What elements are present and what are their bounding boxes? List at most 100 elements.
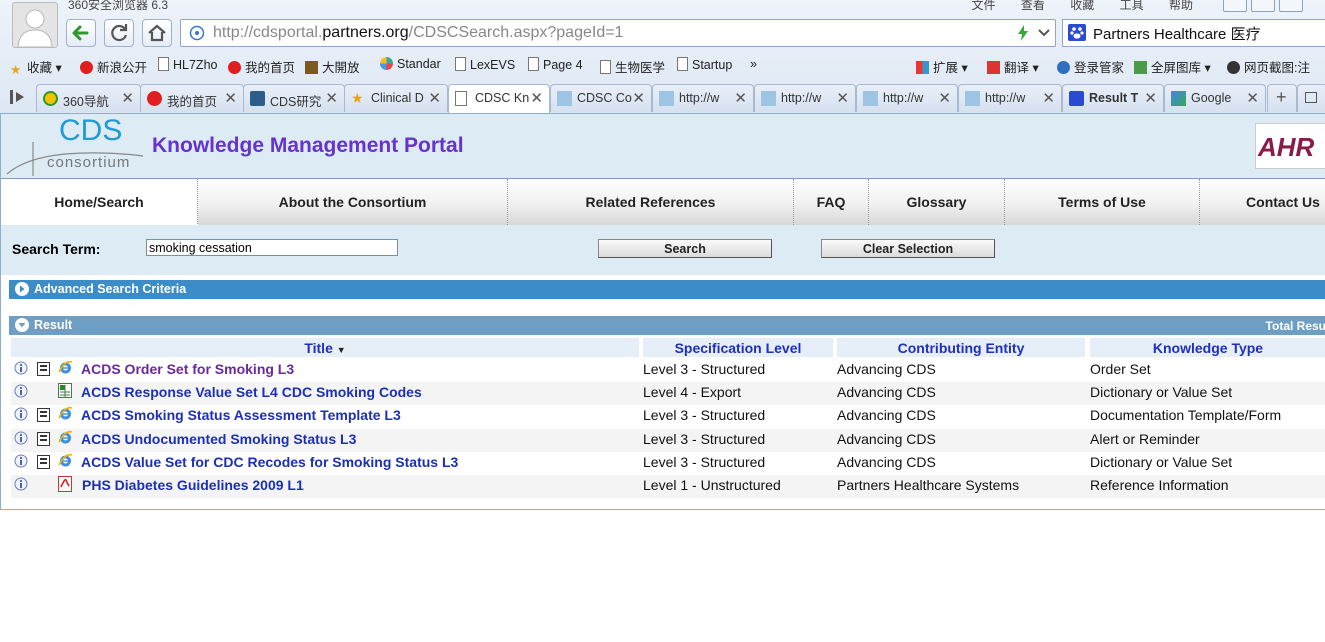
close-tab-icon[interactable]: ✕	[428, 89, 441, 107]
result-title-link[interactable]: ACDS Smoking Status Assessment Template …	[81, 407, 401, 423]
nav-terms[interactable]: Terms of Use	[1005, 179, 1200, 225]
internet-explorer-icon[interactable]	[58, 406, 73, 421]
close-tab-icon[interactable]: ✕	[836, 89, 849, 107]
menu-view[interactable]: 查看	[1021, 0, 1045, 12]
search-button[interactable]: Search	[598, 239, 772, 258]
column-spec-level-header[interactable]: Specification Level	[643, 338, 833, 357]
minimize-button[interactable]	[1223, 0, 1247, 12]
close-tab-icon[interactable]: ✕	[530, 89, 543, 107]
tab-google[interactable]: Google ✕	[1164, 84, 1266, 112]
maximize-button[interactable]	[1251, 0, 1275, 12]
bookmark-favorites[interactable]: ★ 收藏 ▾	[10, 57, 62, 77]
close-tab-icon[interactable]: ✕	[224, 89, 237, 107]
document-icon[interactable]	[37, 408, 50, 423]
info-icon[interactable]	[14, 384, 28, 398]
menu-help[interactable]: 帮助	[1169, 0, 1193, 12]
browser-search-text[interactable]: Partners Healthcare 医疗	[1093, 23, 1261, 44]
nav-home-search[interactable]: Home/Search	[1, 179, 198, 226]
close-tab-icon[interactable]: ✕	[1144, 89, 1157, 107]
tab-cdsc-co[interactable]: CDSC Co ✕	[550, 84, 652, 112]
close-tab-icon[interactable]: ✕	[325, 89, 338, 107]
column-title-header[interactable]: Title ▼	[11, 338, 639, 357]
sort-desc-icon[interactable]: ▼	[337, 345, 346, 355]
tab-http-1[interactable]: http://w ✕	[652, 84, 754, 112]
bookmark-hl7[interactable]: HL7Zho	[158, 57, 217, 72]
bookmark-startup[interactable]: Startup	[677, 57, 732, 72]
result-title-link[interactable]: ACDS Order Set for Smoking L3	[81, 361, 294, 377]
chevron-down-icon[interactable]	[1037, 25, 1051, 41]
tab-my-home[interactable]: 我的首页 ✕	[140, 84, 244, 112]
result-title-link[interactable]: ACDS Response Value Set L4 CDC Smoking C…	[81, 384, 422, 400]
nav-glossary[interactable]: Glossary	[869, 179, 1005, 225]
new-tab-button[interactable]: +	[1267, 84, 1297, 112]
close-tab-icon[interactable]: ✕	[1042, 89, 1055, 107]
search-term-input[interactable]	[146, 239, 398, 256]
browser-search-box[interactable]: Partners Healthcare 医疗	[1062, 19, 1325, 47]
bookmark-my-home[interactable]: 我的首页	[228, 57, 295, 76]
close-tab-icon[interactable]: ✕	[632, 89, 645, 107]
url-text[interactable]: http://cdsportal.partners.org/CDSCSearch…	[213, 24, 623, 42]
info-icon[interactable]	[14, 454, 28, 468]
cds-consortium-logo[interactable]: CDS consortium	[5, 114, 145, 176]
bookmark-open[interactable]: 大開放	[305, 57, 360, 76]
tab-cds-research[interactable]: CDS研究 ✕	[243, 84, 345, 112]
internet-explorer-icon[interactable]	[58, 430, 73, 445]
close-tab-icon[interactable]: ✕	[1246, 89, 1259, 107]
menu-file[interactable]: 文件	[972, 0, 996, 12]
nav-related-references[interactable]: Related References	[508, 179, 794, 225]
nav-faq[interactable]: FAQ	[794, 179, 869, 225]
nav-about[interactable]: About the Consortium	[198, 179, 508, 225]
document-icon[interactable]	[37, 431, 50, 446]
bookmark-page4[interactable]: Page 4	[528, 57, 583, 72]
tab-result[interactable]: Result T ✕	[1062, 84, 1164, 112]
close-tab-icon[interactable]: ✕	[121, 89, 134, 107]
internet-explorer-icon[interactable]	[58, 360, 73, 375]
tab-cdsc-kn[interactable]: CDSC Kn ✕	[448, 84, 550, 114]
baidu-paw-icon[interactable]	[1068, 24, 1086, 41]
collapse-icon[interactable]	[15, 318, 29, 332]
result-bar[interactable]: Result Total Resu	[9, 316, 1325, 335]
expand-icon[interactable]	[15, 282, 29, 296]
spreadsheet-icon[interactable]	[58, 383, 72, 399]
extensions-button[interactable]: 扩展 ▾	[916, 57, 968, 76]
result-title-link[interactable]: ACDS Undocumented Smoking Status L3	[81, 431, 356, 447]
info-icon[interactable]	[14, 407, 28, 421]
close-window-button[interactable]	[1279, 0, 1303, 12]
tab-http-3[interactable]: http://w ✕	[856, 84, 958, 112]
screenshot-button[interactable]: 网页截图:注	[1227, 57, 1310, 76]
nav-contact[interactable]: Contact Us	[1200, 179, 1325, 225]
column-knowledge-type-header[interactable]: Knowledge Type	[1090, 338, 1325, 357]
login-manager-button[interactable]: 登录管家	[1057, 57, 1124, 76]
menu-tools[interactable]: 工具	[1120, 0, 1144, 12]
back-button[interactable]	[66, 19, 96, 47]
tab-360nav[interactable]: 360导航 ✕	[36, 84, 141, 112]
clear-selection-button[interactable]: Clear Selection	[821, 239, 995, 258]
bookmark-standard[interactable]: Standar	[380, 57, 441, 71]
bookmark-biomed[interactable]: 生物医学	[600, 57, 665, 76]
ahrq-logo[interactable]: AHR	[1255, 123, 1325, 169]
info-icon[interactable]	[14, 431, 28, 445]
bookmark-sina[interactable]: 新浪公开	[80, 57, 147, 76]
tab-http-2[interactable]: http://w ✕	[754, 84, 856, 112]
document-icon[interactable]	[37, 454, 50, 469]
document-icon[interactable]	[37, 362, 50, 376]
bookmark-lexevs[interactable]: LexEVS	[455, 57, 515, 72]
result-title-link[interactable]: PHS Diabetes Guidelines 2009 L1	[82, 477, 304, 493]
home-button[interactable]	[142, 19, 172, 47]
tab-http-4[interactable]: http://w ✕	[958, 84, 1062, 112]
menu-favorites[interactable]: 收藏	[1070, 0, 1094, 12]
address-bar[interactable]: http://cdsportal.partners.org/CDSCSearch…	[180, 19, 1056, 47]
column-entity-header[interactable]: Contributing Entity	[837, 338, 1085, 357]
result-title-link[interactable]: ACDS Value Set for CDC Recodes for Smoki…	[81, 454, 458, 470]
fullscreen-gallery-button[interactable]: 全屏图库 ▾	[1134, 57, 1211, 76]
sidebar-toggle-icon[interactable]	[10, 90, 26, 104]
close-tab-icon[interactable]: ✕	[938, 89, 951, 107]
lightning-icon[interactable]	[1017, 25, 1029, 41]
info-icon[interactable]	[14, 361, 28, 375]
translate-button[interactable]: 翻译 ▾	[987, 57, 1039, 76]
info-icon[interactable]	[14, 477, 28, 491]
bookmarks-overflow[interactable]: »	[750, 57, 757, 71]
advanced-search-bar[interactable]: Advanced Search Criteria	[9, 280, 1325, 299]
close-tab-icon[interactable]: ✕	[734, 89, 747, 107]
tab-list-button[interactable]	[1297, 84, 1325, 112]
